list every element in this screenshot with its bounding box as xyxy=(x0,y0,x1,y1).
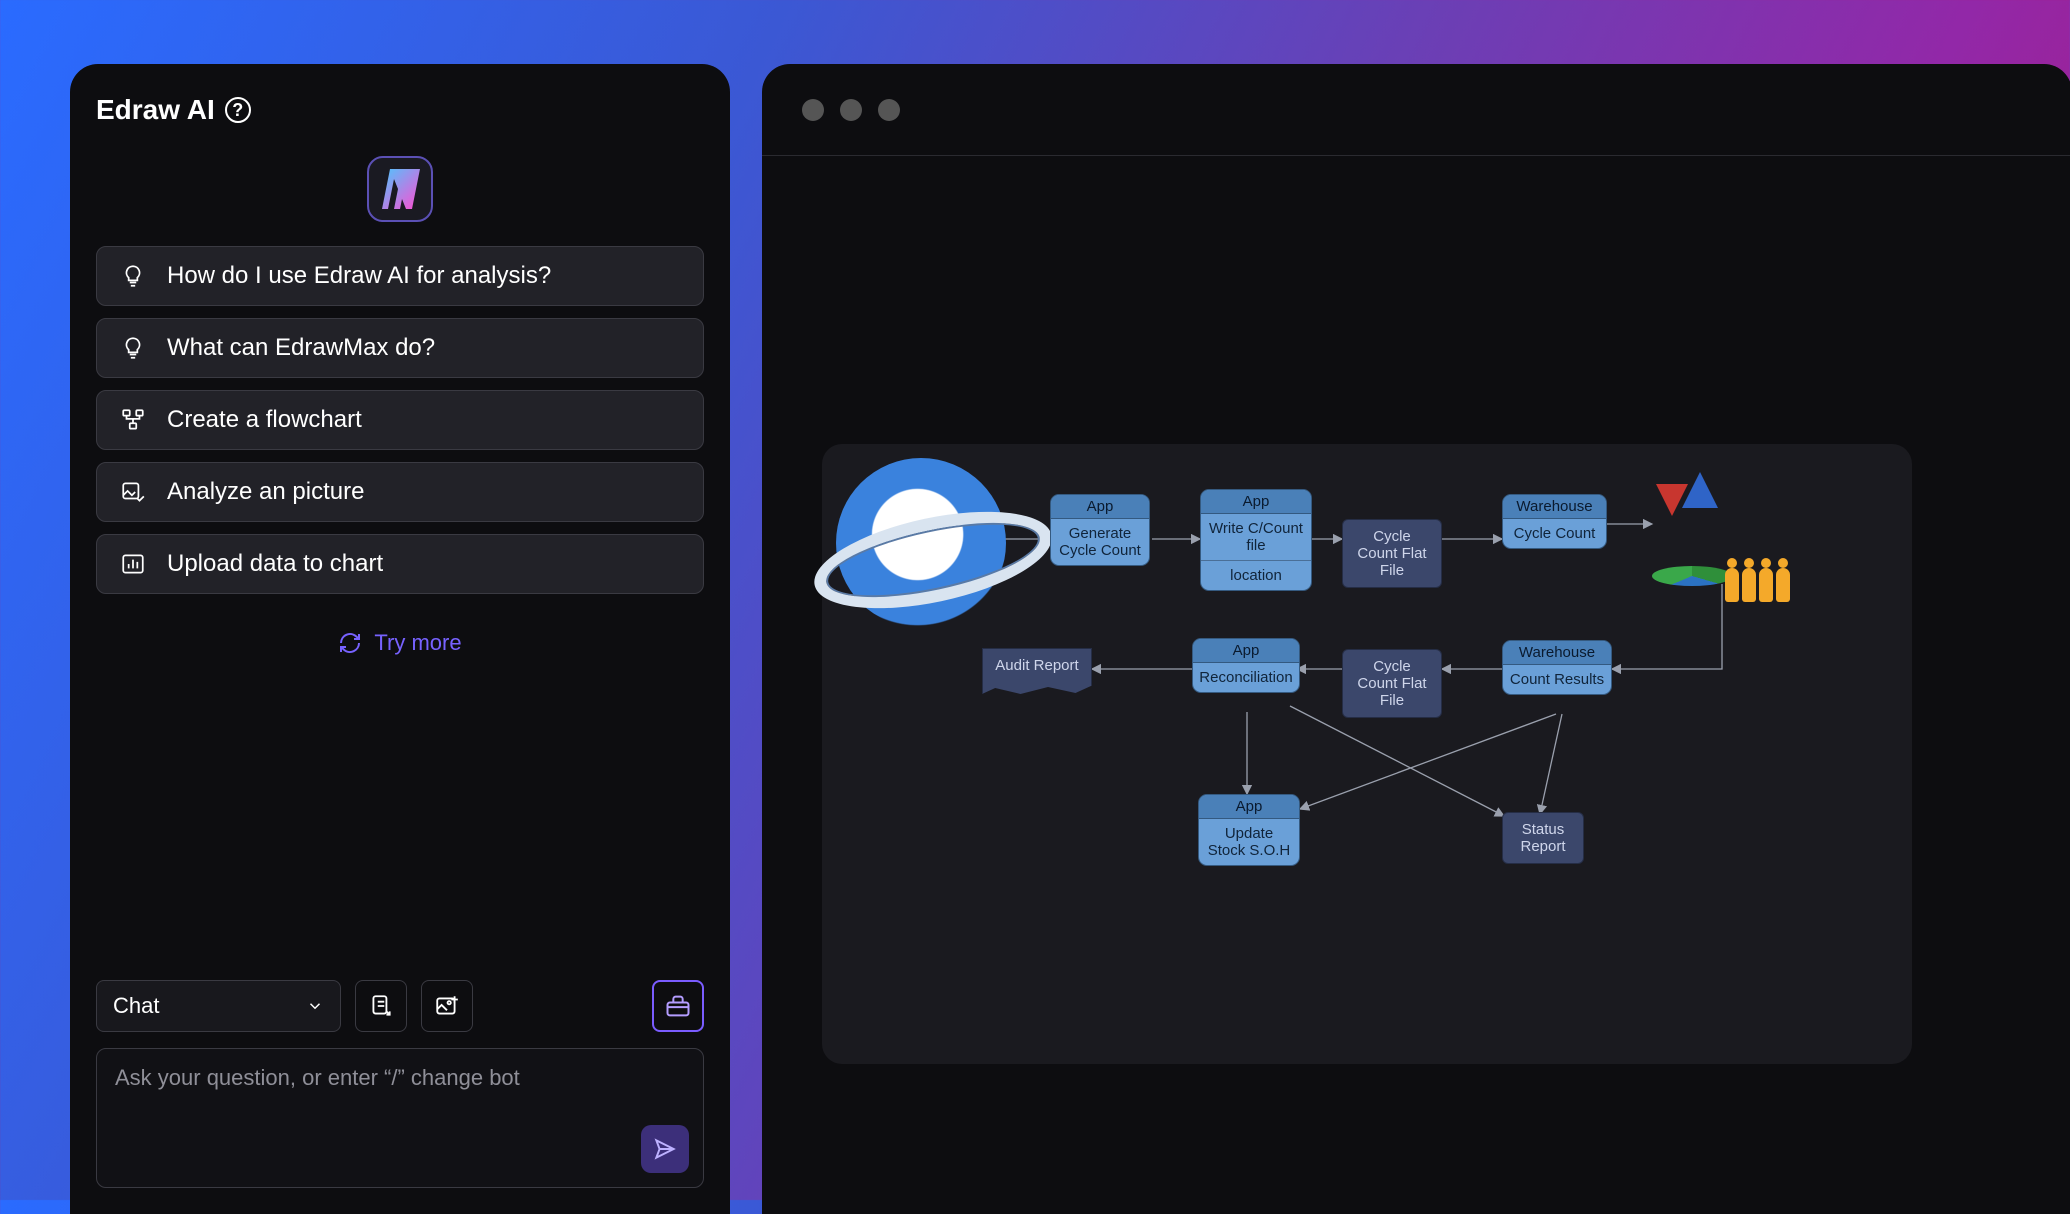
node-flatfile-2[interactable]: Cycle Count Flat File xyxy=(1342,649,1442,718)
node-status-report[interactable]: Status Report xyxy=(1502,812,1584,864)
sidebar-footer: Chat Ask your question, or enter “/” cha… xyxy=(96,980,704,1188)
send-button[interactable] xyxy=(641,1125,689,1173)
suggestion-whatcan[interactable]: What can EdrawMax do? xyxy=(96,318,704,378)
sidebar-header: Edraw AI ? xyxy=(96,94,704,126)
node-header: App xyxy=(1193,639,1299,663)
sidebar-title: Edraw AI xyxy=(96,94,215,126)
suggestion-list: How do I use Edraw AI for analysis? What… xyxy=(96,246,704,594)
ai-sidebar-panel: Edraw AI ? How do I use Edraw AI for ana… xyxy=(70,64,730,1214)
prompt-input[interactable]: Ask your question, or enter “/” change b… xyxy=(96,1048,704,1188)
node-header: App xyxy=(1051,495,1149,519)
chevron-down-icon xyxy=(306,997,324,1015)
bar-chart-icon xyxy=(119,550,147,578)
add-image-button[interactable] xyxy=(421,980,473,1032)
node-reconciliation[interactable]: App Reconciliation xyxy=(1192,638,1300,693)
node-update-stock[interactable]: App Update Stock S.O.H xyxy=(1198,794,1300,866)
node-header: Warehouse xyxy=(1503,641,1611,665)
image-check-icon xyxy=(119,478,147,506)
suggestion-label: How do I use Edraw AI for analysis? xyxy=(167,262,551,290)
node-label: Status Report xyxy=(1520,821,1565,855)
lightbulb-icon xyxy=(119,334,147,362)
node-cycle-count[interactable]: Warehouse Cycle Count xyxy=(1502,494,1607,549)
refresh-icon xyxy=(338,631,362,655)
send-icon xyxy=(652,1136,678,1162)
node-body: Generate Cycle Count xyxy=(1051,519,1149,565)
diagram-window: App Generate Cycle Count App Write C/Cou… xyxy=(762,64,2070,1214)
suggestion-label: Analyze an picture xyxy=(167,478,364,506)
suggestion-flowchart[interactable]: Create a flowchart xyxy=(96,390,704,450)
globe-clipart xyxy=(836,458,1006,628)
node-count-results[interactable]: Warehouse Count Results xyxy=(1502,640,1612,695)
node-label: Cycle Count Flat File xyxy=(1357,528,1426,579)
help-icon[interactable]: ? xyxy=(225,97,251,123)
app-logo-mark xyxy=(380,169,420,209)
node-header: App xyxy=(1201,490,1311,514)
tools-button[interactable] xyxy=(652,980,704,1032)
suggestion-upload-data[interactable]: Upload data to chart xyxy=(96,534,704,594)
try-more-button[interactable]: Try more xyxy=(96,630,704,656)
suggestion-label: Upload data to chart xyxy=(167,550,383,578)
window-titlebar xyxy=(762,64,2070,156)
suggestion-label: What can EdrawMax do? xyxy=(167,334,435,362)
flowchart-icon xyxy=(119,406,147,434)
window-dot[interactable] xyxy=(878,99,900,121)
document-arrow-icon xyxy=(368,993,394,1019)
node-body: Write C/Count file xyxy=(1201,514,1311,560)
lightbulb-icon xyxy=(119,262,147,290)
people-chart-clipart xyxy=(1652,476,1772,596)
prompt-placeholder: Ask your question, or enter “/” change b… xyxy=(115,1065,520,1090)
app-logo xyxy=(367,156,433,222)
node-write-ccount[interactable]: App Write C/Count file location xyxy=(1200,489,1312,591)
node-label: Cycle Count Flat File xyxy=(1357,658,1426,709)
image-plus-icon xyxy=(434,993,460,1019)
suggestion-analyze-image[interactable]: Analyze an picture xyxy=(96,462,704,522)
window-dot[interactable] xyxy=(802,99,824,121)
suggestion-analysis[interactable]: How do I use Edraw AI for analysis? xyxy=(96,246,704,306)
try-more-label: Try more xyxy=(374,630,461,656)
node-body: Update Stock S.O.H xyxy=(1199,819,1299,865)
mode-label: Chat xyxy=(113,993,159,1019)
mode-select[interactable]: Chat xyxy=(96,980,341,1032)
node-footer: location xyxy=(1201,560,1311,590)
suggestion-label: Create a flowchart xyxy=(167,406,362,434)
node-header: App xyxy=(1199,795,1299,819)
node-body: Cycle Count xyxy=(1503,519,1606,548)
node-body: Count Results xyxy=(1503,665,1611,694)
window-dot[interactable] xyxy=(840,99,862,121)
node-flatfile-1[interactable]: Cycle Count Flat File xyxy=(1342,519,1442,588)
node-body: Reconciliation xyxy=(1193,663,1299,692)
toolbox-icon xyxy=(664,992,692,1020)
node-generate-cycle-count[interactable]: App Generate Cycle Count xyxy=(1050,494,1150,566)
diagram-canvas[interactable]: App Generate Cycle Count App Write C/Cou… xyxy=(822,444,1912,1064)
new-doc-button[interactable] xyxy=(355,980,407,1032)
node-label: Audit Report xyxy=(995,657,1078,674)
node-header: Warehouse xyxy=(1503,495,1606,519)
